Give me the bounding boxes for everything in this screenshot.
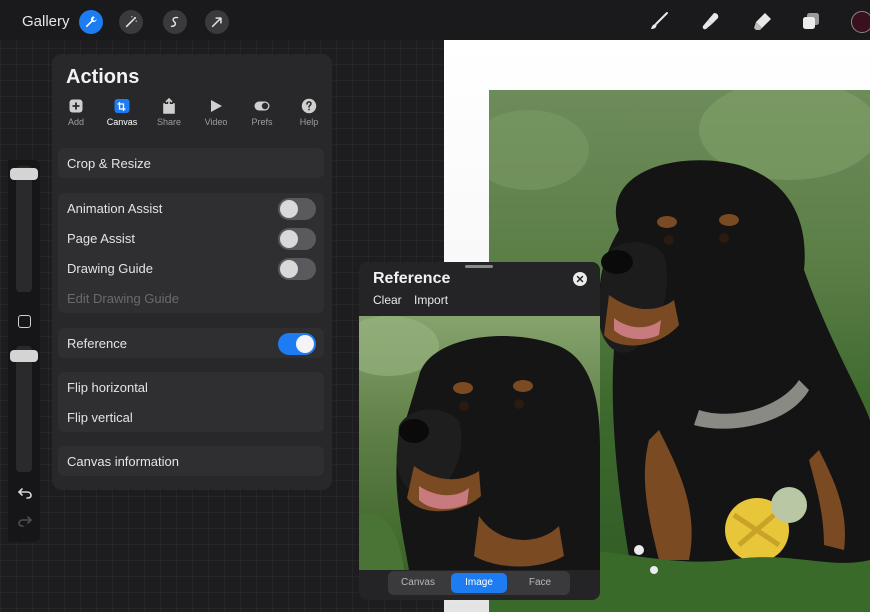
video-icon bbox=[211, 100, 222, 112]
crop-resize-row[interactable]: Crop & Resize bbox=[58, 148, 324, 178]
tab-canvas[interactable]: Canvas bbox=[102, 98, 142, 132]
reference-import-button[interactable]: Import bbox=[414, 293, 448, 307]
flip-group: Flip horizontal Flip vertical bbox=[58, 372, 324, 432]
opacity-slider[interactable] bbox=[16, 346, 32, 472]
eraser-icon bbox=[754, 13, 771, 30]
tab-share[interactable]: Share bbox=[149, 97, 189, 132]
undo-button[interactable] bbox=[16, 484, 34, 502]
page-assist-toggle[interactable] bbox=[278, 228, 316, 250]
reference-image bbox=[359, 316, 600, 570]
reference-panel[interactable]: Reference Clear Import Canvas Image Face bbox=[359, 262, 600, 600]
reference-group: Reference bbox=[58, 328, 324, 358]
layers-icon bbox=[803, 13, 819, 29]
toggle-knob bbox=[280, 230, 298, 248]
eraser-button[interactable] bbox=[752, 10, 774, 32]
page-assist-row[interactable]: Page Assist bbox=[58, 223, 324, 253]
reference-toggle[interactable] bbox=[278, 333, 316, 355]
share-icon bbox=[163, 97, 175, 114]
actions-tabs: Add Canvas Share Video Prefs Help bbox=[60, 97, 329, 132]
reference-actions: Clear Import bbox=[373, 293, 457, 307]
reference-row[interactable]: Reference bbox=[58, 328, 324, 358]
toggle-knob bbox=[296, 335, 314, 353]
actions-panel: Actions Add Canvas Share Video Prefs Hel… bbox=[52, 54, 332, 490]
selection-button[interactable] bbox=[163, 10, 187, 34]
brush-size-thumb[interactable] bbox=[10, 168, 38, 180]
drawing-guide-row[interactable]: Drawing Guide bbox=[58, 253, 324, 283]
canvas-information-row[interactable]: Canvas information bbox=[58, 446, 324, 476]
magic-wand-icon bbox=[125, 16, 137, 28]
brush-size-slider[interactable] bbox=[16, 166, 32, 292]
animation-assist-row[interactable]: Animation Assist bbox=[58, 193, 324, 223]
brush-button[interactable] bbox=[648, 10, 670, 32]
wrench-icon bbox=[85, 16, 97, 28]
selection-icon bbox=[170, 16, 179, 28]
layers-button[interactable] bbox=[800, 10, 822, 32]
animation-assist-label: Animation Assist bbox=[67, 200, 163, 216]
help-icon bbox=[301, 98, 317, 114]
reference-mode-control: Canvas Image Face bbox=[388, 571, 570, 595]
drawing-guide-toggle[interactable] bbox=[278, 258, 316, 280]
redo-button[interactable] bbox=[16, 512, 34, 530]
toggle-knob bbox=[280, 260, 298, 278]
reference-grabber[interactable] bbox=[465, 265, 493, 268]
add-icon bbox=[69, 99, 83, 113]
drawing-guide-label: Drawing Guide bbox=[67, 260, 153, 276]
page-assist-label: Page Assist bbox=[67, 230, 135, 246]
tab-add[interactable]: Add bbox=[56, 98, 96, 132]
actions-title: Actions bbox=[66, 66, 140, 88]
tab-prefs[interactable]: Prefs bbox=[242, 98, 282, 132]
transform-arrow-icon bbox=[211, 17, 222, 28]
undo-icon bbox=[17, 488, 32, 499]
top-toolbar: Gallery bbox=[0, 0, 870, 40]
crop-group: Crop & Resize bbox=[58, 148, 324, 178]
tab-help[interactable]: Help bbox=[289, 98, 329, 132]
opacity-thumb[interactable] bbox=[10, 350, 38, 362]
reference-clear-button[interactable]: Clear bbox=[373, 293, 402, 307]
mode-image-button[interactable]: Image bbox=[451, 573, 507, 593]
smudge-button[interactable] bbox=[700, 10, 722, 32]
mode-face-button[interactable]: Face bbox=[512, 573, 568, 593]
color-swatch[interactable] bbox=[851, 11, 870, 33]
tab-video[interactable]: Video bbox=[196, 98, 236, 132]
transform-button[interactable] bbox=[205, 10, 229, 34]
smudge-icon bbox=[702, 13, 719, 30]
reference-close-button[interactable] bbox=[573, 272, 587, 286]
sidebar bbox=[8, 160, 40, 542]
redo-icon bbox=[18, 516, 33, 527]
brush-icon bbox=[651, 12, 668, 29]
animation-assist-toggle[interactable] bbox=[278, 198, 316, 220]
canvas-icon bbox=[114, 99, 130, 113]
gallery-button[interactable]: Gallery bbox=[22, 13, 70, 30]
actions-wrench-button[interactable] bbox=[79, 10, 103, 34]
edit-drawing-guide-row: Edit Drawing Guide bbox=[67, 290, 179, 306]
reference-label: Reference bbox=[67, 335, 127, 351]
flip-horizontal-row[interactable]: Flip horizontal bbox=[58, 372, 324, 402]
assist-group: Animation Assist Page Assist Drawing Gui… bbox=[58, 193, 324, 313]
reference-dog-image bbox=[359, 316, 600, 570]
flip-vertical-row[interactable]: Flip vertical bbox=[58, 402, 324, 432]
mode-canvas-button[interactable]: Canvas bbox=[390, 573, 446, 593]
adjustments-button[interactable] bbox=[119, 10, 143, 34]
modify-button[interactable] bbox=[18, 315, 31, 328]
toggle-knob bbox=[280, 200, 298, 218]
close-icon bbox=[576, 275, 584, 283]
prefs-toggle-icon bbox=[254, 101, 270, 111]
reference-title: Reference bbox=[373, 270, 451, 287]
info-group: Canvas information bbox=[58, 446, 324, 476]
